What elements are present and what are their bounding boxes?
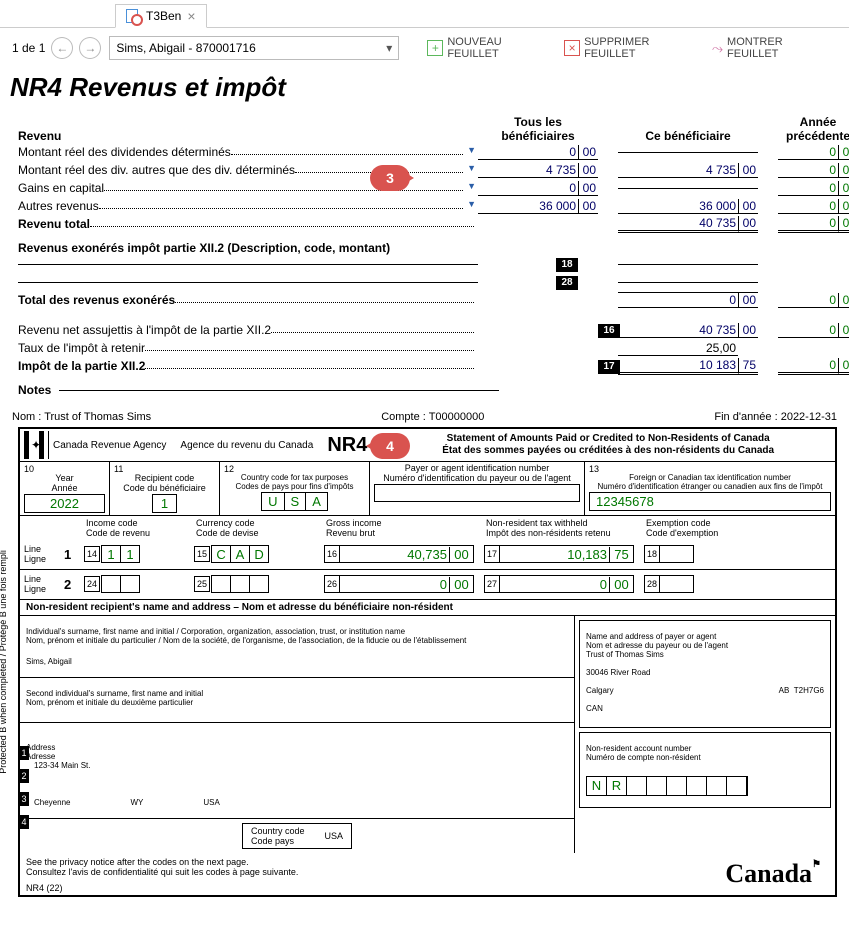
tab-t3ben[interactable]: T3Ben × bbox=[115, 4, 207, 28]
box27[interactable]: 27000 bbox=[484, 575, 634, 593]
prev-button[interactable]: ← bbox=[51, 37, 73, 59]
box12-country-code[interactable]: USA bbox=[261, 492, 328, 511]
box-17: 17 bbox=[598, 360, 620, 374]
box25[interactable] bbox=[212, 575, 269, 593]
payer-addr: 30046 River Road bbox=[586, 668, 824, 677]
callout-4: 4 bbox=[370, 433, 410, 459]
col-this-beneficiary: Ce bénéficiaire bbox=[618, 129, 758, 143]
pager: 1 de 1 ← → bbox=[12, 37, 101, 59]
revenue-heading: Revenu bbox=[18, 129, 478, 143]
row-div-det-label: Montant réel des dividendes déterminés bbox=[18, 145, 231, 159]
x-icon: × bbox=[564, 40, 580, 56]
impot-label: Impôt de la partie XII.2 bbox=[18, 359, 145, 373]
recipient-heading: Non-resident recipient's name and addres… bbox=[20, 600, 835, 616]
box26[interactable]: 26000 bbox=[324, 575, 474, 593]
tab-label: T3Ben bbox=[146, 9, 181, 23]
exon-desc-2[interactable] bbox=[18, 282, 478, 283]
new-slip-button[interactable]: + NOUVEAU FEUILLET bbox=[427, 36, 556, 60]
div-other-ce[interactable]: 4 735 bbox=[618, 163, 738, 178]
payer-id-input[interactable] bbox=[374, 484, 580, 502]
row-div-other-label: Montant réel des div. autres que des div… bbox=[18, 163, 295, 177]
exon-desc-1[interactable] bbox=[18, 264, 478, 265]
total-ce: 40 735 bbox=[618, 216, 738, 233]
notes-label: Notes bbox=[18, 383, 51, 397]
box15-currency[interactable]: CAD bbox=[212, 545, 269, 563]
box-28: 28 bbox=[556, 276, 578, 290]
total-exon-label: Total des revenus exonérés bbox=[18, 293, 175, 307]
recipient-prov[interactable]: WY bbox=[130, 798, 143, 807]
beneficiary-select[interactable]: Sims, Abigail - 870001716 ▾ bbox=[109, 36, 399, 60]
country-code[interactable]: USA bbox=[325, 831, 344, 841]
slip-statement: Statement of Amounts Paid or Credited to… bbox=[381, 431, 835, 459]
box11-recipient-code[interactable]: 1 bbox=[152, 494, 177, 513]
close-icon[interactable]: × bbox=[187, 9, 195, 23]
row-total-label: Revenu total bbox=[18, 217, 90, 231]
box16-gross[interactable]: 1640,73500 bbox=[324, 545, 474, 563]
box-16: 16 bbox=[598, 324, 620, 338]
canada-flag-icon: ✦ bbox=[24, 431, 44, 459]
col-prev-year: Année précédente bbox=[778, 115, 849, 143]
row-gains-label: Gains en capital bbox=[18, 181, 104, 195]
payer-city: Calgary bbox=[586, 686, 614, 695]
recipient-addr1[interactable]: 123-34 Main St. bbox=[34, 761, 568, 770]
toggle-icon: ⤳ bbox=[712, 40, 723, 57]
div-det-all[interactable]: 0 bbox=[478, 145, 578, 160]
show-slip-button[interactable]: ⤳ MONTRER FEUILLET bbox=[712, 36, 837, 60]
box24[interactable] bbox=[102, 575, 140, 593]
net-label: Revenu net assujettis à l'impôt de la pa… bbox=[18, 323, 271, 337]
box14-income-code[interactable]: 11 bbox=[102, 545, 140, 563]
div-det-prev: 0 bbox=[778, 145, 838, 160]
recipient-name[interactable]: Sims, Abigail bbox=[26, 657, 568, 666]
protected-b-label: Protected B when completed / Protégé B u… bbox=[0, 429, 8, 895]
page-title: NR4 Revenus et impôt bbox=[10, 72, 849, 103]
payer-country: CAN bbox=[586, 704, 824, 713]
nr4-slip: Protected B when completed / Protégé B u… bbox=[18, 427, 837, 897]
document-icon bbox=[126, 9, 140, 23]
line-2: 2 bbox=[64, 577, 84, 592]
callout-3: 3 bbox=[370, 165, 410, 191]
new-slip-label: NOUVEAU FEUILLET bbox=[447, 36, 556, 60]
box-18: 18 bbox=[556, 258, 578, 272]
div-other-all[interactable]: 4 735 bbox=[478, 163, 578, 178]
next-button[interactable]: → bbox=[79, 37, 101, 59]
exon-heading: Revenus exonérés impôt partie XII.2 (Des… bbox=[18, 241, 837, 255]
box17-tax[interactable]: 1710,18375 bbox=[484, 545, 634, 563]
meta-nom: Nom : Trust of Thomas Sims bbox=[12, 411, 151, 423]
notes-input[interactable] bbox=[59, 390, 499, 391]
plus-icon: + bbox=[427, 40, 443, 56]
pager-text: 1 de 1 bbox=[12, 41, 45, 55]
box18-exemption[interactable]: 18 bbox=[644, 545, 694, 563]
delete-slip-button[interactable]: × SUPPRIMER FEUILLET bbox=[564, 36, 704, 60]
delete-slip-label: SUPPRIMER FEUILLET bbox=[584, 36, 704, 60]
dropdown-icon[interactable]: ▼ bbox=[467, 145, 476, 159]
dropdown-icon[interactable]: ▼ bbox=[467, 163, 476, 177]
select-value: Sims, Abigail - 870001716 bbox=[116, 41, 255, 55]
show-slip-label: MONTRER FEUILLET bbox=[727, 36, 837, 60]
chevron-down-icon: ▾ bbox=[386, 41, 392, 55]
box28[interactable]: 28 bbox=[644, 575, 694, 593]
meta-fin: Fin d'année : 2022-12-31 bbox=[714, 411, 837, 423]
recipient-city[interactable]: Cheyenne bbox=[34, 798, 70, 807]
agency-en: Canada Revenue Agency bbox=[53, 440, 166, 451]
form-version: NR4 (22) bbox=[26, 883, 298, 893]
dropdown-icon[interactable]: ▼ bbox=[467, 199, 476, 213]
canada-wordmark: Canada⚑ bbox=[717, 855, 829, 893]
tab-bar: T3Ben × bbox=[0, 0, 849, 28]
div-det-all-dec[interactable]: 00 bbox=[578, 145, 598, 160]
dropdown-icon[interactable]: ▼ bbox=[467, 181, 476, 195]
toolbar: 1 de 1 ← → Sims, Abigail - 870001716 ▾ +… bbox=[0, 28, 849, 68]
payer-name: Trust of Thomas Sims bbox=[586, 650, 824, 659]
line-1: 1 bbox=[64, 547, 84, 562]
nr-account[interactable]: NR bbox=[586, 776, 748, 796]
col-all-beneficiaries: Tous les bénéficiaires bbox=[478, 115, 598, 143]
row-autres-label: Autres revenus bbox=[18, 199, 99, 213]
taux-label: Taux de l'impôt à retenir bbox=[18, 341, 145, 355]
box10-year[interactable]: 2022 bbox=[24, 494, 105, 513]
recipient-country[interactable]: USA bbox=[203, 798, 219, 807]
slip-meta: Nom : Trust of Thomas Sims Compte : T000… bbox=[0, 409, 849, 425]
agency-fr: Agence du revenu du Canada bbox=[180, 440, 313, 451]
meta-compte: Compte : T00000000 bbox=[381, 411, 484, 423]
box13-tin[interactable]: 12345678 bbox=[589, 492, 831, 511]
